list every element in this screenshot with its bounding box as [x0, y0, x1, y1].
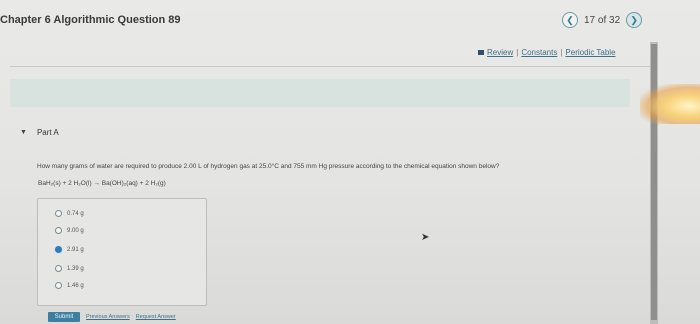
previous-answers-link[interactable]: Previous Answers — [86, 314, 130, 320]
radio-button-icon[interactable] — [55, 265, 62, 272]
mouse-cursor-icon: ➤ — [421, 232, 430, 243]
review-link[interactable]: Review — [487, 48, 513, 57]
answer-option-selected[interactable]: 2.91 g — [55, 246, 84, 253]
divider — [10, 66, 652, 67]
request-answer-link[interactable]: Request Answer — [136, 314, 176, 320]
periodic-table-link[interactable]: Periodic Table — [565, 48, 615, 57]
page: Chapter 6 Algorithmic Question 89 ❮ 17 o… — [0, 0, 700, 324]
chevron-right-icon[interactable]: ❯ — [626, 12, 643, 28]
part-label: Part A — [36, 128, 59, 137]
page-title: Chapter 6 Algorithmic Question 89 — [0, 14, 181, 26]
radio-button-icon[interactable] — [55, 210, 62, 217]
resource-links: Review | Constants | Periodic Table — [478, 48, 616, 57]
info-banner — [10, 79, 630, 107]
option-label: 9.00 g — [67, 227, 84, 234]
option-label: 0.74 g — [67, 210, 84, 217]
link-separator: | — [560, 48, 563, 57]
chevron-left-icon[interactable]: ❮ — [562, 12, 578, 28]
answer-option[interactable]: 9.00 g — [55, 227, 84, 234]
question-text: How many grams of water are required to … — [37, 163, 500, 170]
collapse-triangle-icon[interactable]: ▼ — [20, 129, 27, 136]
radio-button-icon[interactable] — [55, 227, 62, 234]
action-bar: Submit Previous Answers Request Answer — [48, 312, 176, 322]
part-a-header[interactable]: ▼ Part A — [20, 128, 59, 137]
option-label: 1.39 g — [67, 265, 84, 272]
question-navigation: ❮ 17 of 32 ❯ — [562, 12, 643, 28]
radio-button-icon[interactable] — [55, 282, 62, 289]
question-counter: 17 of 32 — [584, 14, 621, 26]
answer-option[interactable]: 1.46 g — [55, 282, 84, 289]
answer-option[interactable]: 1.39 g — [55, 265, 84, 272]
link-separator: | — [516, 48, 519, 57]
screen-glare — [640, 84, 700, 124]
review-icon — [478, 50, 484, 55]
answer-choices: 0.74 g 9.00 g 2.91 g 1.39 g 1.46 g — [37, 198, 207, 306]
answer-option[interactable]: 0.74 g — [55, 210, 84, 217]
constants-link[interactable]: Constants — [521, 48, 557, 57]
submit-button[interactable]: Submit — [48, 312, 80, 322]
info-banner-edge — [10, 107, 630, 110]
chemical-equation: BaH₂(s) + 2 H₂O(l) → Ba(OH)₂(aq) + 2 H₂(… — [38, 180, 166, 187]
radio-button-selected-icon[interactable] — [55, 246, 62, 253]
option-label: 1.46 g — [67, 282, 84, 289]
option-label: 2.91 g — [67, 246, 84, 253]
